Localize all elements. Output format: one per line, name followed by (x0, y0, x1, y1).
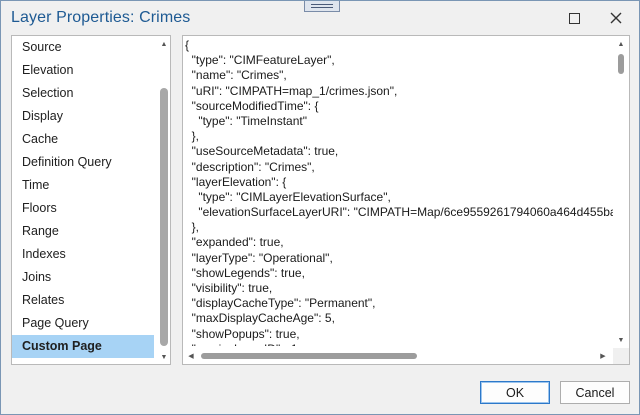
dialog-title: Layer Properties: Crimes (11, 9, 191, 26)
json-line: "sourceModifiedTime": { (185, 98, 319, 113)
maximize-icon (568, 12, 580, 24)
scroll-down-icon[interactable]: ▼ (615, 334, 627, 346)
json-line: "displayCacheType": "Permanent", (185, 296, 376, 311)
json-line: "layerElevation": { (185, 174, 287, 189)
scroll-left-icon[interactable]: ◀ (185, 350, 197, 362)
nav-item-selection[interactable]: Selection (12, 82, 154, 105)
nav-item-floors[interactable]: Floors (12, 197, 154, 220)
json-line: "expanded": true, (185, 235, 284, 250)
json-line: "useSourceMetadata": true, (185, 144, 339, 159)
close-button[interactable] (603, 5, 629, 31)
json-line: "type": "CIMLayerElevationSurface", (185, 189, 391, 204)
json-line: "showLegends": true, (185, 265, 305, 280)
nav-item-relates[interactable]: Relates (12, 289, 154, 312)
drag-handle-icon[interactable] (304, 1, 340, 12)
json-line: "elevationSurfaceLayerURI": "CIMPATH=Map… (185, 205, 613, 220)
cancel-button[interactable]: Cancel (560, 381, 630, 404)
scroll-up-icon[interactable]: ▲ (158, 38, 170, 50)
nav-item-joins[interactable]: Joins (12, 266, 154, 289)
json-line: "showPopups": true, (185, 326, 300, 341)
nav-scroll-thumb[interactable] (160, 88, 168, 346)
scrollbar-corner (613, 348, 629, 364)
json-line: }, (185, 129, 200, 144)
nav-item-indexes[interactable]: Indexes (12, 243, 154, 266)
scroll-right-icon[interactable]: ▶ (597, 350, 609, 362)
json-line: "name": "Crimes", (185, 68, 287, 83)
scroll-up-icon[interactable]: ▲ (615, 38, 627, 50)
json-horizontal-scrollbar[interactable]: ◀ ▶ (183, 348, 613, 364)
layer-properties-dialog: Layer Properties: Crimes Source Elevation… (0, 0, 640, 415)
json-line: "type": "TimeInstant" (185, 113, 307, 128)
json-line: "description": "Crimes", (185, 159, 315, 174)
json-text-area[interactable]: { "type": "CIMFeatureLayer", "name": "Cr… (185, 38, 613, 346)
json-hscroll-thumb[interactable] (201, 353, 417, 359)
json-line: }, (185, 220, 200, 235)
json-line: "visibility": true, (185, 281, 273, 295)
json-line: "maxDisplayCacheAge": 5, (185, 311, 335, 326)
nav-item-display[interactable]: Display (12, 105, 154, 128)
nav-item-definition-query[interactable]: Definition Query (12, 151, 154, 174)
custom-page-json-editor[interactable]: { "type": "CIMFeatureLayer", "name": "Cr… (182, 35, 630, 365)
json-line: "type": "CIMFeatureLayer", (185, 53, 335, 68)
json-line: "serviceLayerID": -1, (185, 342, 613, 346)
nav-item-custom-page[interactable]: Custom Page (12, 335, 154, 358)
json-line: { (185, 38, 190, 52)
nav-item-cache[interactable]: Cache (12, 128, 154, 151)
nav-item-elevation[interactable]: Elevation (12, 59, 154, 82)
maximize-button[interactable] (561, 5, 587, 31)
nav-item-page-query[interactable]: Page Query (12, 312, 154, 335)
scroll-down-icon[interactable]: ▼ (158, 351, 170, 363)
nav-item-source[interactable]: Source (12, 36, 154, 59)
nav-scrollbar[interactable]: ▲ ▼ (158, 36, 170, 364)
nav-item-time[interactable]: Time (12, 174, 154, 197)
json-vscroll-thumb[interactable] (618, 54, 624, 74)
json-line: "layerType": "Operational", (185, 250, 333, 265)
json-vertical-scrollbar[interactable]: ▲ ▼ (613, 36, 629, 348)
property-page-list: Source Elevation Selection Display Cache Defi… (11, 35, 171, 365)
json-line: "uRI": "CIMPATH=map_1/crimes.json", (185, 83, 398, 98)
nav-item-range[interactable]: Range (12, 220, 154, 243)
close-icon (610, 12, 622, 24)
ok-button[interactable]: OK (480, 381, 550, 404)
